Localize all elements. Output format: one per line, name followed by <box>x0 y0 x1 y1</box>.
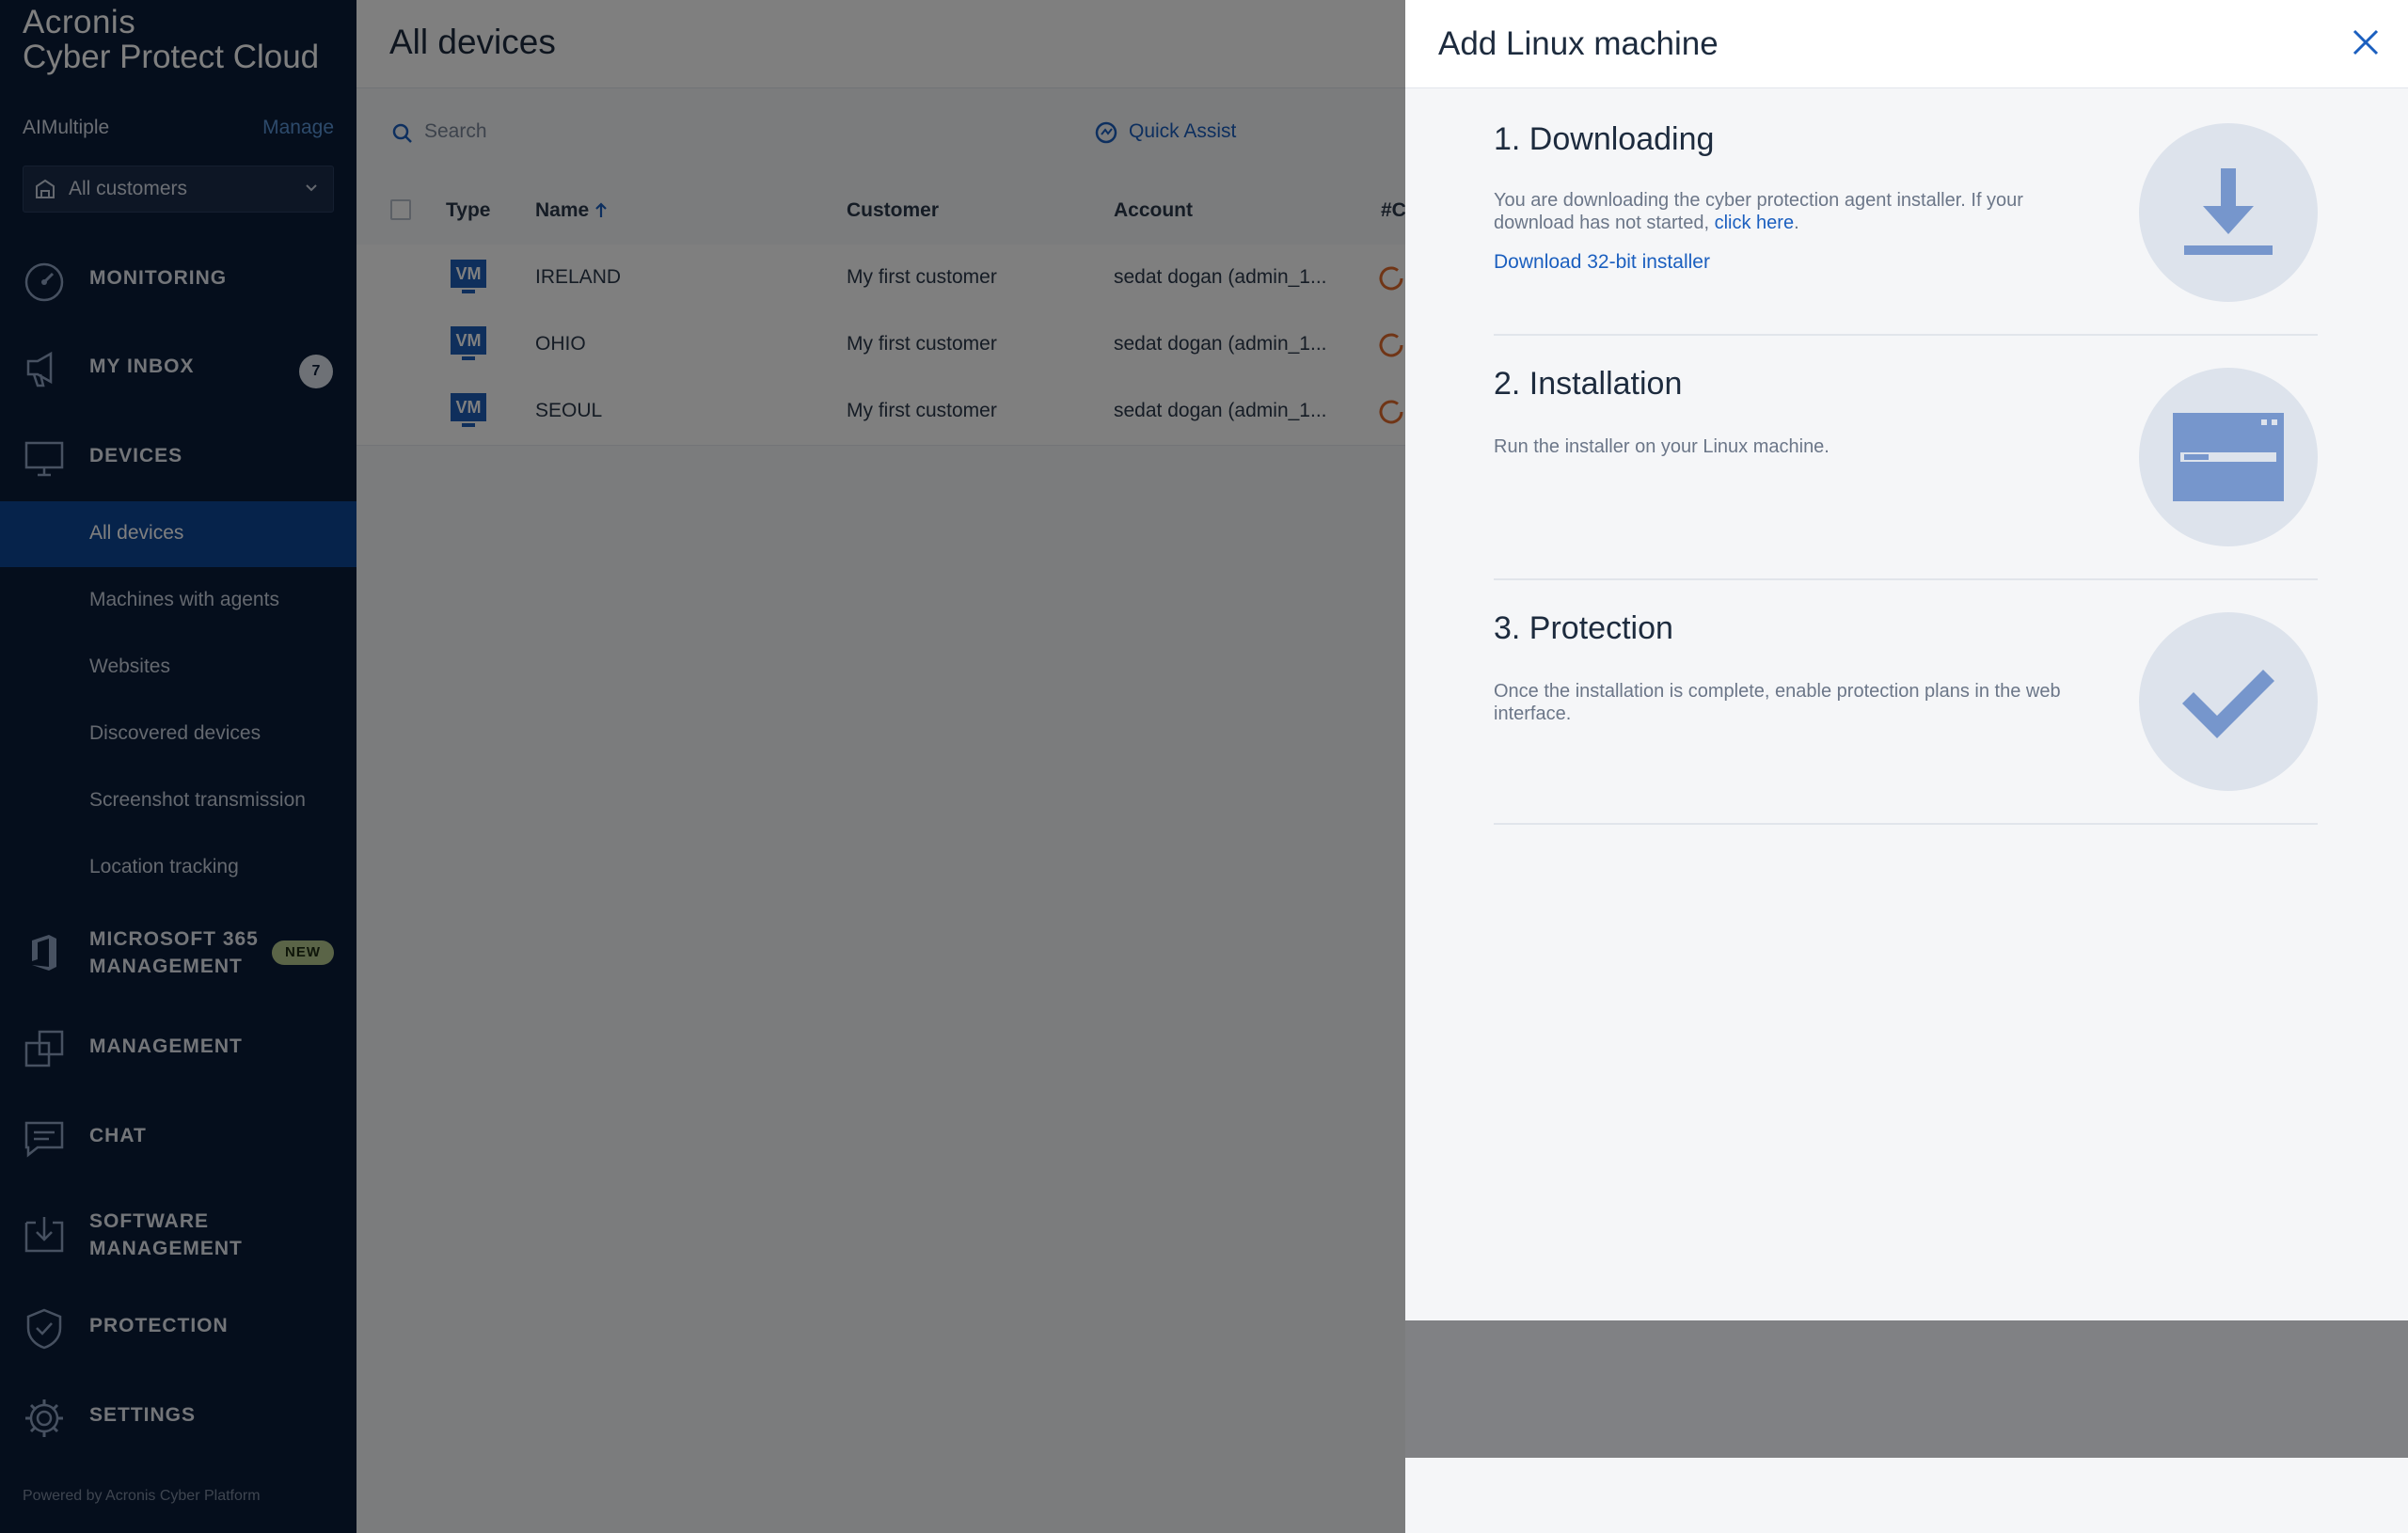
step-title: 3. Protection <box>1494 610 1673 646</box>
panel-header: Add Linux machine <box>1405 0 2408 88</box>
checkmark-icon-circle <box>2139 612 2318 791</box>
download-icon <box>2184 168 2273 255</box>
step-title: 1. Downloading <box>1494 121 1715 157</box>
step-title: 2. Installation <box>1494 366 1683 402</box>
window-icon-circle <box>2139 368 2318 546</box>
step-description: You are downloading the cyber protection… <box>1494 189 2096 234</box>
checkmark-icon <box>2182 670 2274 738</box>
window-icon <box>2173 413 2284 501</box>
step-description: Run the installer on your Linux machine. <box>1494 436 1830 457</box>
panel-gap-band <box>1405 1320 2408 1458</box>
download-32bit-link[interactable]: Download 32-bit installer <box>1494 251 1710 274</box>
close-icon[interactable] <box>2350 26 2382 58</box>
panel-title: Add Linux machine <box>1438 25 1719 62</box>
step-downloading: 1. Downloading You are downloading the c… <box>1494 89 2318 336</box>
panel-bottom <box>1405 1458 2408 1533</box>
step-desc-end: . <box>1794 213 1799 233</box>
step-protection: 3. Protection Once the installation is c… <box>1494 578 2318 825</box>
step-installation: 2. Installation Run the installer on you… <box>1494 334 2318 580</box>
add-linux-machine-panel: Add Linux machine 1. Downloading You are… <box>1405 0 2408 1320</box>
download-icon-circle <box>2139 123 2318 302</box>
step-description: Once the installation is complete, enabl… <box>1494 681 2061 724</box>
click-here-link[interactable]: click here <box>1715 213 1794 233</box>
